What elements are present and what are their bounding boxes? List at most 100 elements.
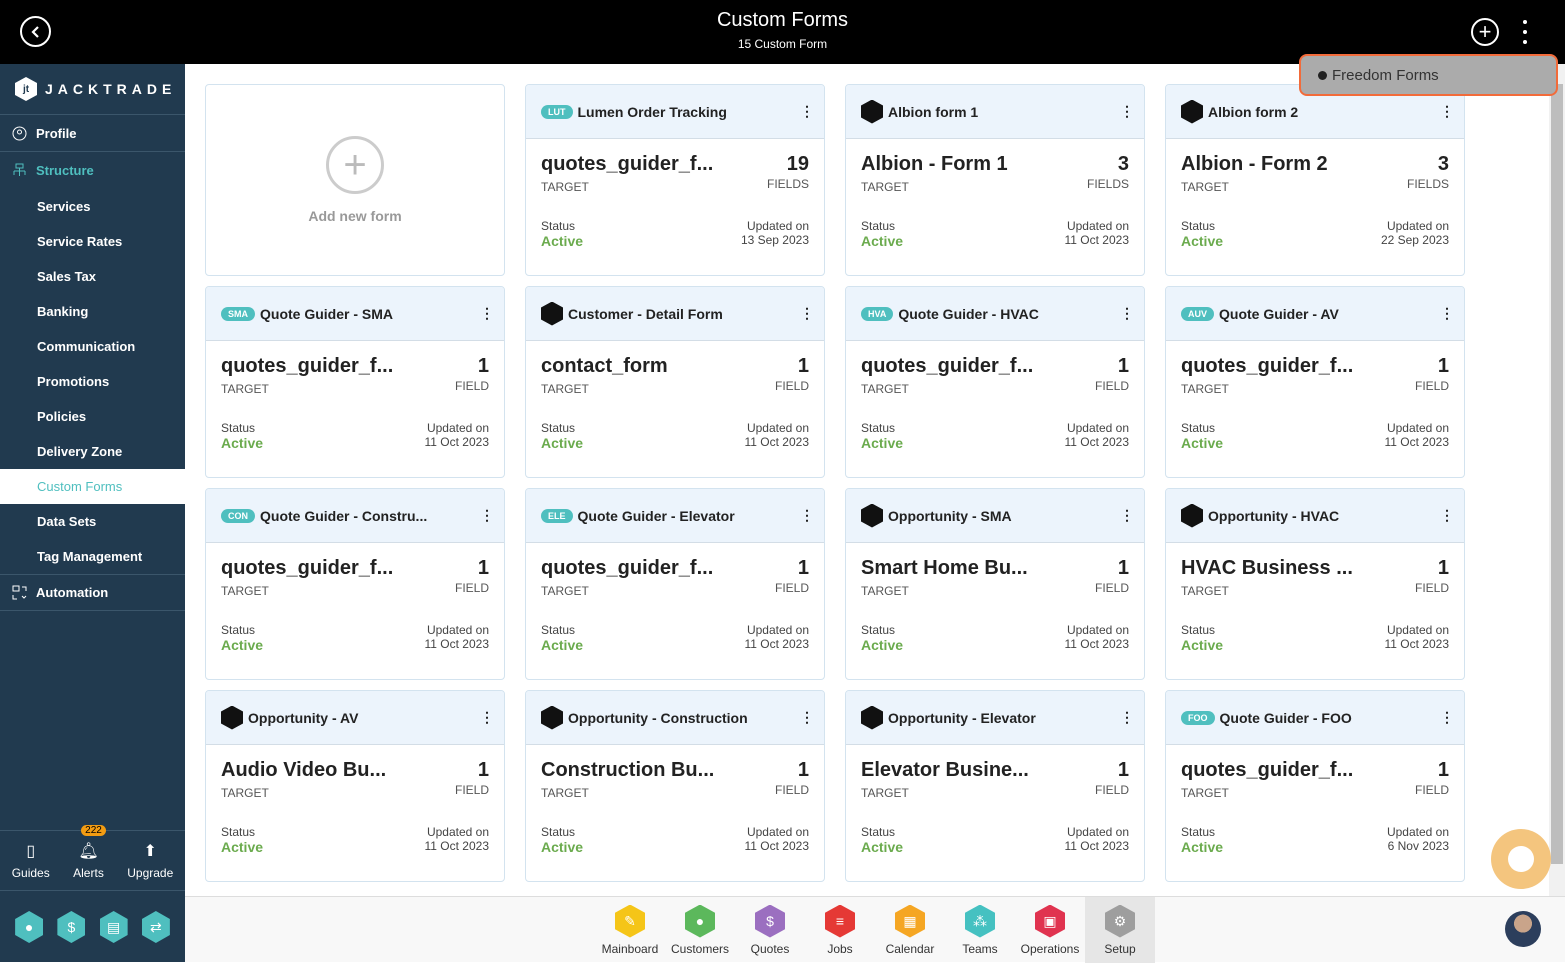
add-button[interactable]: + (1471, 18, 1499, 46)
app-customers[interactable]: ● Customers (665, 897, 735, 963)
user-hex-icon[interactable]: ● (15, 911, 44, 943)
form-card[interactable]: Albion form 1 ⋮ Albion - Form 1 TARGET 3… (845, 84, 1145, 276)
sidebar-item-profile[interactable]: Profile (0, 115, 185, 152)
sidebar-item-policies[interactable]: Policies (0, 399, 185, 434)
updated-label: Updated on (1386, 421, 1449, 435)
dropdown-item-label: Freedom Forms (1332, 66, 1439, 84)
sidebar-item-data-sets[interactable]: Data Sets (0, 504, 185, 539)
field-count-label: FIELDS (1086, 177, 1129, 191)
form-card[interactable]: ELE Quote Guider - Elevator ⋮ quotes_gui… (525, 488, 825, 680)
card-menu-icon[interactable]: ⋮ (1440, 103, 1454, 120)
dropdown-item-freedom-forms[interactable]: Freedom Forms (1299, 54, 1558, 96)
app-calendar[interactable]: ▦ Calendar (875, 897, 945, 963)
card-menu-icon[interactable]: ⋮ (1120, 305, 1134, 322)
sidebar-item-service-rates[interactable]: Service Rates (0, 224, 185, 259)
alerts-button[interactable]: 222 🔔︎ Alerts (73, 825, 106, 880)
more-menu-button[interactable] (1519, 18, 1531, 46)
form-card[interactable]: Opportunity - SMA ⋮ Smart Home Bu... TAR… (845, 488, 1145, 680)
app-operations[interactable]: ▣ Operations (1015, 897, 1085, 963)
user-avatar[interactable] (1505, 911, 1541, 947)
updated-label: Updated on (1066, 421, 1129, 435)
updated-date: 11 Oct 2023 (1384, 435, 1450, 449)
scrollbar[interactable] (1549, 64, 1565, 896)
hexagon-icon (861, 99, 883, 124)
teams-icon: ⁂ (965, 904, 995, 938)
chat-button[interactable] (1491, 829, 1551, 889)
money-hex-icon[interactable]: ▤ (99, 911, 128, 943)
status-label: Status (1181, 623, 1216, 637)
add-new-form-card[interactable]: + Add new form (205, 84, 505, 276)
card-header: Opportunity - HVAC ⋮ (1166, 489, 1464, 543)
form-card[interactable]: FOO Quote Guider - FOO ⋮ quotes_guider_f… (1165, 690, 1465, 882)
upgrade-button[interactable]: ⬆ Upgrade (127, 841, 173, 880)
form-card[interactable]: HVA Quote Guider - HVAC ⋮ quotes_guider_… (845, 286, 1145, 478)
card-header: Customer - Detail Form ⋮ (526, 287, 824, 341)
card-menu-icon[interactable]: ⋮ (480, 709, 494, 726)
form-card[interactable]: Opportunity - HVAC ⋮ HVAC Business ... T… (1165, 488, 1465, 680)
app-mainboard[interactable]: ✎ Mainboard (595, 897, 665, 963)
card-menu-icon[interactable]: ⋮ (1120, 103, 1134, 120)
form-name: Lumen Order Tracking (577, 103, 727, 120)
form-target: quotes_guider_f... (221, 355, 394, 377)
app-jobs[interactable]: ≡ Jobs (805, 897, 875, 963)
form-name: Quote Guider - Constru... (260, 507, 428, 524)
card-menu-icon[interactable]: ⋮ (1120, 507, 1134, 524)
field-count: 1 (797, 557, 809, 579)
card-menu-icon[interactable]: ⋮ (800, 305, 814, 322)
card-menu-icon[interactable]: ⋮ (1440, 709, 1454, 726)
hexagon-icon (861, 705, 883, 730)
book-icon: ▯ (26, 843, 36, 860)
form-tag: SMA (221, 306, 255, 321)
app-quotes[interactable]: $ Quotes (735, 897, 805, 963)
sidebar-item-tag-management[interactable]: Tag Management (0, 539, 185, 574)
sidebar-item-automation[interactable]: Automation (0, 574, 185, 611)
updated-label: Updated on (1066, 825, 1129, 839)
workflow-hex-icon[interactable]: ⇄ (141, 911, 170, 943)
sidebar-item-custom-forms[interactable]: Custom Forms (0, 469, 185, 504)
bell-icon: 🔔︎ (78, 843, 99, 860)
sidebar-item-promotions[interactable]: Promotions (0, 364, 185, 399)
card-menu-icon[interactable]: ⋮ (1440, 507, 1454, 524)
card-menu-icon[interactable]: ⋮ (800, 103, 814, 120)
dollar-hex-icon[interactable]: $ (57, 911, 86, 943)
alerts-label: Alerts (73, 866, 104, 880)
form-name: Opportunity - Construction (568, 709, 748, 726)
sidebar-item-delivery-zone[interactable]: Delivery Zone (0, 434, 185, 469)
form-card[interactable]: Opportunity - AV ⋮ Audio Video Bu... TAR… (205, 690, 505, 882)
form-card[interactable]: LUT Lumen Order Tracking ⋮ quotes_guider… (525, 84, 825, 276)
field-count-label: FIELD (1094, 379, 1129, 393)
card-menu-icon[interactable]: ⋮ (480, 305, 494, 322)
sidebar-item-banking[interactable]: Banking (0, 294, 185, 329)
sidebar-item-communication[interactable]: Communication (0, 329, 185, 364)
form-name: Opportunity - SMA (888, 507, 1012, 524)
form-card[interactable]: Opportunity - Elevator ⋮ Elevator Busine… (845, 690, 1145, 882)
field-count: 1 (1117, 557, 1129, 579)
card-menu-icon[interactable]: ⋮ (1120, 709, 1134, 726)
app-setup[interactable]: ⚙ Setup (1085, 897, 1155, 963)
card-header: Opportunity - AV ⋮ (206, 691, 504, 745)
form-card[interactable]: Opportunity - Construction ⋮ Constructio… (525, 690, 825, 882)
form-card[interactable]: Albion form 2 ⋮ Albion - Form 2 TARGET 3… (1165, 84, 1465, 276)
customers-icon: ● (685, 904, 715, 938)
updated-label: Updated on (426, 421, 489, 435)
guides-button[interactable]: ▯ Guides (12, 841, 50, 880)
calendar-icon: ▦ (895, 904, 925, 938)
field-count: 1 (477, 557, 489, 579)
card-menu-icon[interactable]: ⋮ (800, 709, 814, 726)
sidebar-item-sales-tax[interactable]: Sales Tax (0, 259, 185, 294)
card-menu-icon[interactable]: ⋮ (1440, 305, 1454, 322)
status-label: Status (541, 825, 576, 839)
form-card[interactable]: Customer - Detail Form ⋮ contact_form TA… (525, 286, 825, 478)
target-label: TARGET (861, 382, 909, 396)
app-teams[interactable]: ⁂ Teams (945, 897, 1015, 963)
sidebar-item-structure[interactable]: Structure (0, 152, 185, 189)
form-tag: ELE (541, 508, 573, 523)
form-target: contact_form (541, 355, 668, 377)
form-card[interactable]: AUV Quote Guider - AV ⋮ quotes_guider_f.… (1165, 286, 1465, 478)
form-card[interactable]: CON Quote Guider - Constru... ⋮ quotes_g… (205, 488, 505, 680)
card-menu-icon[interactable]: ⋮ (480, 507, 494, 524)
form-card[interactable]: SMA Quote Guider - SMA ⋮ quotes_guider_f… (205, 286, 505, 478)
card-menu-icon[interactable]: ⋮ (800, 507, 814, 524)
field-count-label: FIELD (774, 379, 809, 393)
sidebar-item-services[interactable]: Services (0, 189, 185, 224)
